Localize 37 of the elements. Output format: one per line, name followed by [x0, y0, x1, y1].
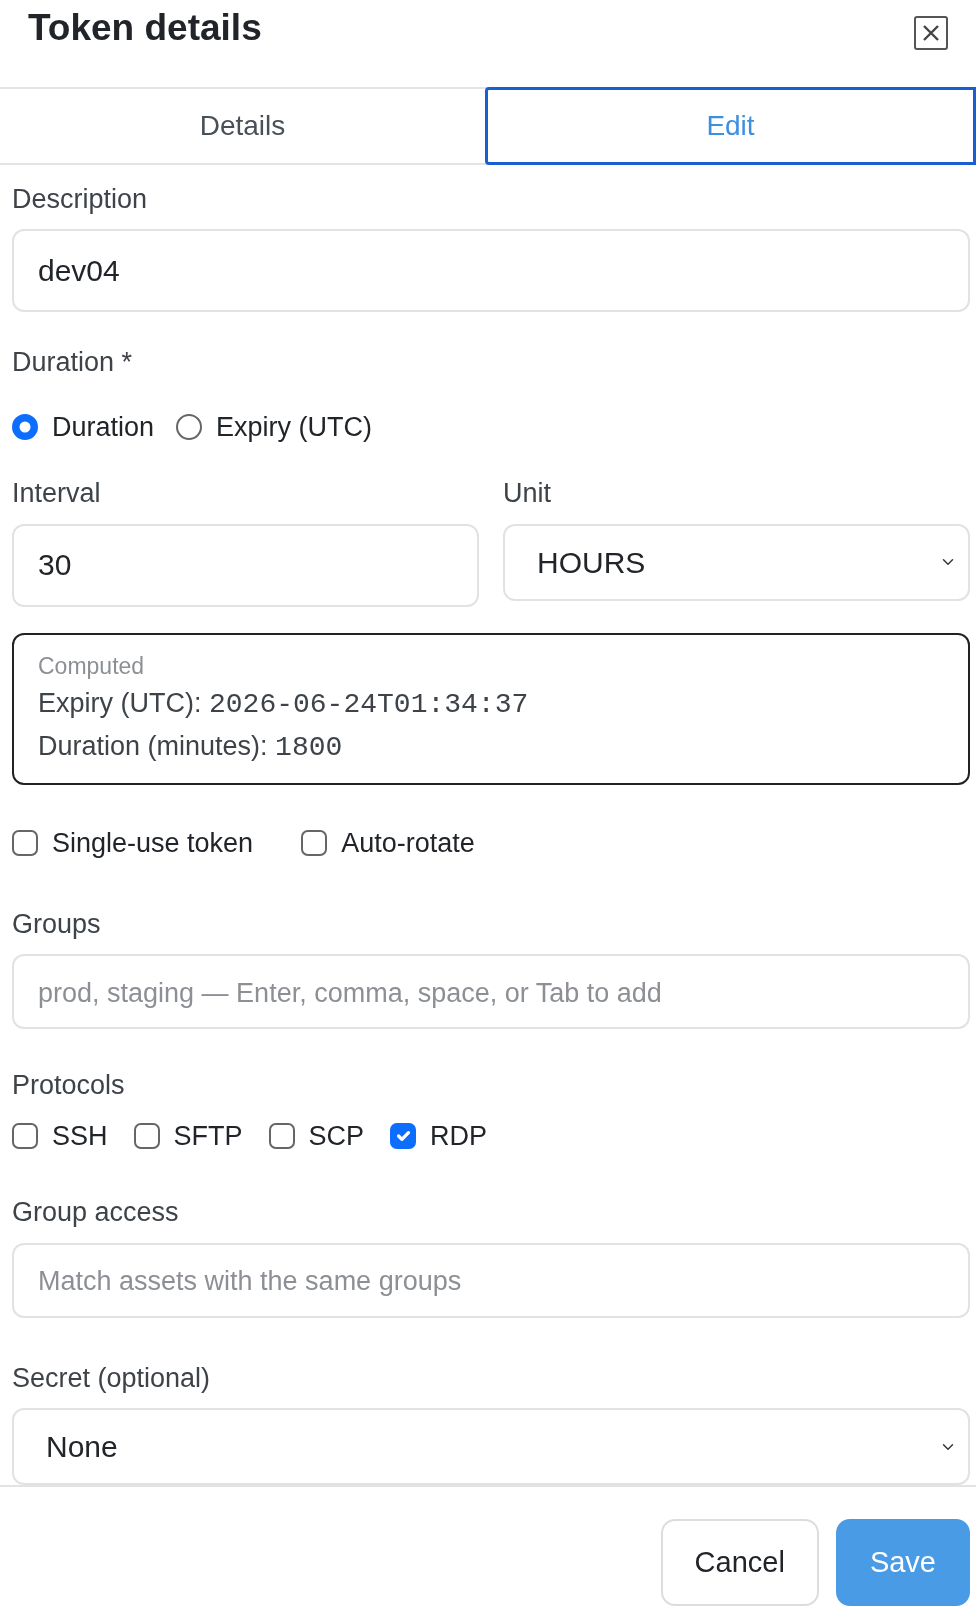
- group-access-field[interactable]: Match assets with the same groups: [12, 1242, 970, 1318]
- option-label: Duration: [52, 410, 155, 444]
- interval-field[interactable]: 30: [12, 523, 479, 607]
- dialog-title: Token details: [28, 6, 262, 50]
- option-label: Single-use token: [52, 827, 254, 860]
- option-label: SSH: [52, 1119, 108, 1153]
- field-label: Secret (optional): [12, 1361, 211, 1395]
- field-label: Duration *: [12, 346, 133, 379]
- groups-field[interactable]: prod, staging — Enter, comma, space, or Tab to add: [12, 954, 970, 1029]
- checkbox[interactable]: [12, 1122, 38, 1149]
- cancel-button[interactable]: Cancel: [660, 1519, 819, 1606]
- checkbox[interactable]: [12, 830, 38, 857]
- checkbox[interactable]: [268, 1122, 295, 1149]
- close-icon: [921, 23, 941, 43]
- field-label: Unit: [503, 477, 551, 510]
- option-label: SFTP: [173, 1119, 243, 1153]
- description-field[interactable]: dev04: [12, 229, 970, 312]
- checkbox[interactable]: [301, 830, 328, 857]
- radio-button[interactable]: [176, 413, 203, 440]
- checkbox[interactable]: [390, 1122, 417, 1149]
- checkbox[interactable]: [133, 1122, 160, 1149]
- option-label: Auto-rotate: [341, 827, 475, 860]
- field-label: Groups: [12, 907, 101, 941]
- option-label: Expiry (UTC): [216, 410, 373, 444]
- radio-button[interactable]: [12, 413, 38, 440]
- field-label: Group access: [12, 1196, 179, 1229]
- computed-line: Duration (minutes): 1800: [38, 730, 344, 765]
- option-label: SCP: [308, 1119, 365, 1153]
- unit-select[interactable]: HOURS: [503, 523, 970, 601]
- field-label: Description: [12, 182, 148, 216]
- secret-select[interactable]: None: [12, 1408, 970, 1485]
- field-label: Protocols: [12, 1069, 125, 1102]
- field-label: Interval: [12, 477, 101, 510]
- option-label: RDP: [430, 1119, 488, 1153]
- computed-line: Expiry (UTC): 2026-06-24T01:34:37: [38, 687, 530, 722]
- computed-title: Computed: [38, 651, 146, 681]
- close-button[interactable]: [914, 16, 948, 50]
